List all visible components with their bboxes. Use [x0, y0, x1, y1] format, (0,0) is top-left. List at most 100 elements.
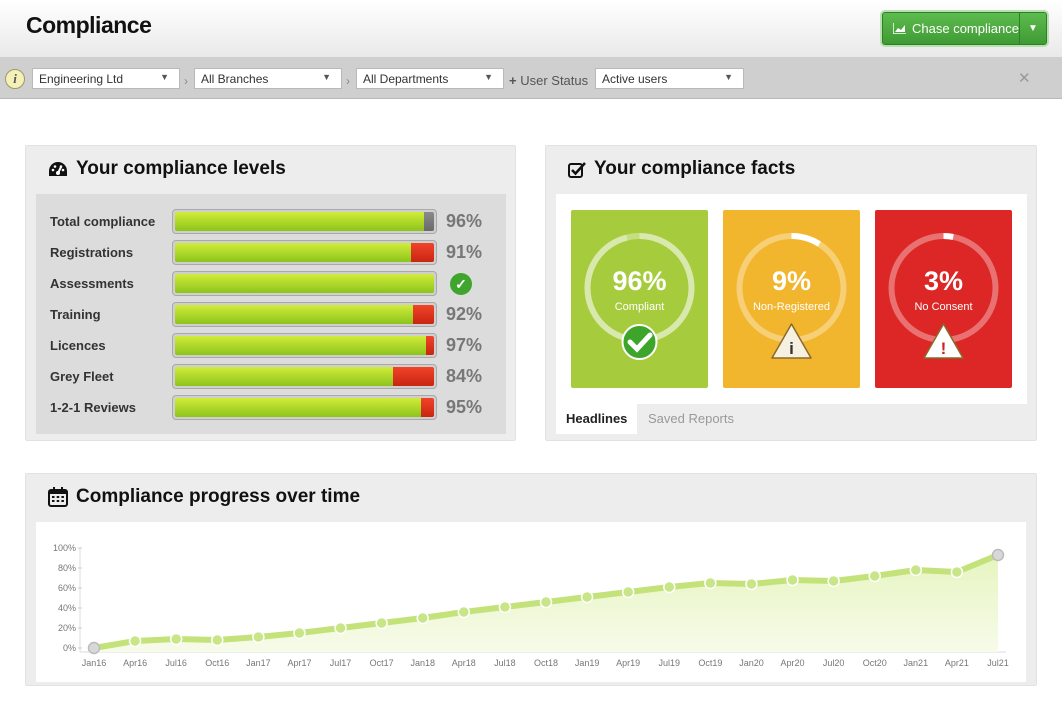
x-tick-label: Apr18	[452, 658, 476, 668]
compliance-level-shortfall	[424, 212, 434, 231]
compliance-level-label: Licences	[50, 338, 106, 353]
department-select[interactable]: All Departments ▼	[356, 68, 504, 89]
compliance-level-row[interactable]: Training 92%	[36, 299, 506, 330]
fact-ring: !	[888, 233, 999, 359]
compliance-level-row[interactable]: Grey Fleet 84%	[36, 361, 506, 392]
compliance-level-shortfall	[426, 336, 434, 355]
progress-point[interactable]	[745, 577, 758, 591]
progress-point[interactable]	[621, 585, 635, 599]
fact-percent: 3%	[923, 266, 964, 296]
close-icon[interactable]: ✕	[1018, 69, 1031, 87]
fact-card-non-registered[interactable]: i 9% Non-Registered	[723, 210, 860, 388]
department-select-value: All Departments	[363, 72, 449, 86]
branch-select[interactable]: All Branches ▼	[194, 68, 342, 89]
compliance-facts-heading: Your compliance facts	[594, 158, 796, 179]
filter-bar: i Engineering Ltd ▼ › All Branches ▼ › A…	[0, 58, 1062, 99]
y-tick-label: 40%	[58, 603, 76, 613]
compliance-level-row[interactable]: Assessments ✓	[36, 268, 506, 299]
compliance-level-fill	[175, 212, 424, 231]
progress-point[interactable]	[827, 574, 840, 588]
x-tick-label: Apr17	[287, 658, 311, 668]
plus-icon: +	[509, 73, 517, 88]
progress-point[interactable]	[128, 634, 142, 648]
compliance-progress-chart: 0% 20% 40% 60% 80% 100% Jan16 Apr16 Jul16 Oct16 Ja…	[36, 522, 1026, 682]
tab-headlines[interactable]: Headlines	[556, 404, 638, 434]
user-status-filter[interactable]: + User Status	[509, 73, 588, 88]
x-tick-label: Jul18	[494, 658, 516, 668]
progress-point[interactable]	[211, 633, 224, 647]
compliance-level-row[interactable]: Total compliance 96%	[36, 206, 506, 237]
compliance-level-label: Training	[50, 307, 101, 322]
chase-compliance-button[interactable]: Chase compliance ▼	[882, 12, 1047, 45]
company-select[interactable]: Engineering Ltd ▼	[32, 68, 180, 89]
x-tick-label: Oct17	[370, 658, 394, 668]
x-tick-label: Oct16	[205, 658, 229, 668]
progress-point[interactable]	[293, 626, 306, 640]
compliance-level-fill	[175, 274, 434, 293]
progress-point[interactable]	[87, 641, 101, 655]
fact-percent: 9%	[771, 266, 812, 296]
progress-point[interactable]	[169, 632, 183, 646]
tab-saved-reports[interactable]: Saved Reports	[638, 404, 744, 434]
compliance-level-bar	[172, 302, 437, 327]
fact-label: Compliant	[614, 301, 665, 313]
compliance-level-row[interactable]: Licences 97%	[36, 330, 506, 361]
chevron-down-icon[interactable]: ▼	[1020, 13, 1046, 44]
compliance-level-bar	[172, 395, 437, 420]
compliance-progress-heading: Compliance progress over time	[76, 486, 361, 507]
y-tick-label: 60%	[58, 583, 76, 593]
progress-point[interactable]	[704, 576, 717, 590]
x-tick-label: Jan21	[904, 658, 929, 668]
compliance-level-row[interactable]: 1-2-1 Reviews 95%	[36, 392, 506, 423]
compliance-levels-panel: Your compliance levels Total compliance 9…	[25, 145, 516, 441]
info-icon[interactable]: i	[5, 69, 25, 89]
compliance-level-shortfall	[421, 398, 434, 417]
chart-icon	[893, 23, 906, 34]
compliance-levels-title: Your compliance levels	[48, 158, 286, 180]
branch-select-value: All Branches	[201, 72, 269, 86]
fact-label: No Consent	[914, 301, 973, 313]
compliance-level-row[interactable]: Registrations 91%	[36, 237, 506, 268]
progress-point[interactable]	[375, 616, 388, 630]
x-tick-label: Jan18	[410, 658, 435, 668]
compliance-level-fill	[175, 336, 426, 355]
check-circle-icon: ✓	[450, 273, 472, 295]
progress-point[interactable]	[909, 563, 923, 577]
x-tick-label: Oct20	[863, 658, 887, 668]
compliance-level-percent: 96%	[446, 211, 483, 231]
fact-percent: 96%	[612, 266, 667, 296]
progress-point[interactable]	[580, 590, 594, 604]
fact-card-no-consent[interactable]: ! 3% No Consent	[875, 210, 1012, 388]
compliance-level-bar	[172, 240, 437, 265]
company-select-value: Engineering Ltd	[39, 72, 124, 86]
page-title: Compliance	[26, 12, 152, 38]
chevron-down-icon: ▼	[484, 72, 493, 82]
x-tick-label: Jan19	[575, 658, 600, 668]
progress-point[interactable]	[991, 548, 1005, 562]
compliance-level-shortfall	[393, 367, 434, 386]
x-tick-label: Apr20	[781, 658, 805, 668]
progress-point[interactable]	[334, 621, 347, 635]
check-badge-icon	[621, 324, 658, 360]
y-tick-label: 100%	[53, 543, 76, 553]
user-status-select[interactable]: Active users ▼	[595, 68, 744, 89]
compliance-level-percent: 97%	[446, 335, 483, 355]
compliance-level-label: Assessments	[50, 276, 134, 291]
progress-point[interactable]	[457, 605, 471, 619]
fact-card-compliant[interactable]: 96% Compliant	[571, 210, 708, 388]
progress-point[interactable]	[252, 630, 265, 644]
progress-point[interactable]	[539, 595, 553, 609]
progress-point[interactable]	[950, 565, 964, 579]
progress-point[interactable]	[663, 580, 676, 594]
progress-point[interactable]	[786, 573, 799, 587]
user-status-label: User Status	[520, 73, 589, 88]
compliance-level-percent: 95%	[446, 397, 483, 417]
compliance-level-percent: 91%	[446, 242, 483, 262]
compliance-level-bar	[172, 333, 437, 358]
progress-point[interactable]	[498, 600, 512, 614]
compliance-facts-cards: 96% Compliant i 9% Non-Registered! 3% No Conse…	[556, 194, 1027, 404]
x-tick-label: Jul16	[165, 658, 187, 668]
progress-point[interactable]	[868, 569, 881, 583]
progress-point[interactable]	[416, 611, 429, 625]
chase-compliance-main[interactable]: Chase compliance	[883, 13, 1020, 44]
